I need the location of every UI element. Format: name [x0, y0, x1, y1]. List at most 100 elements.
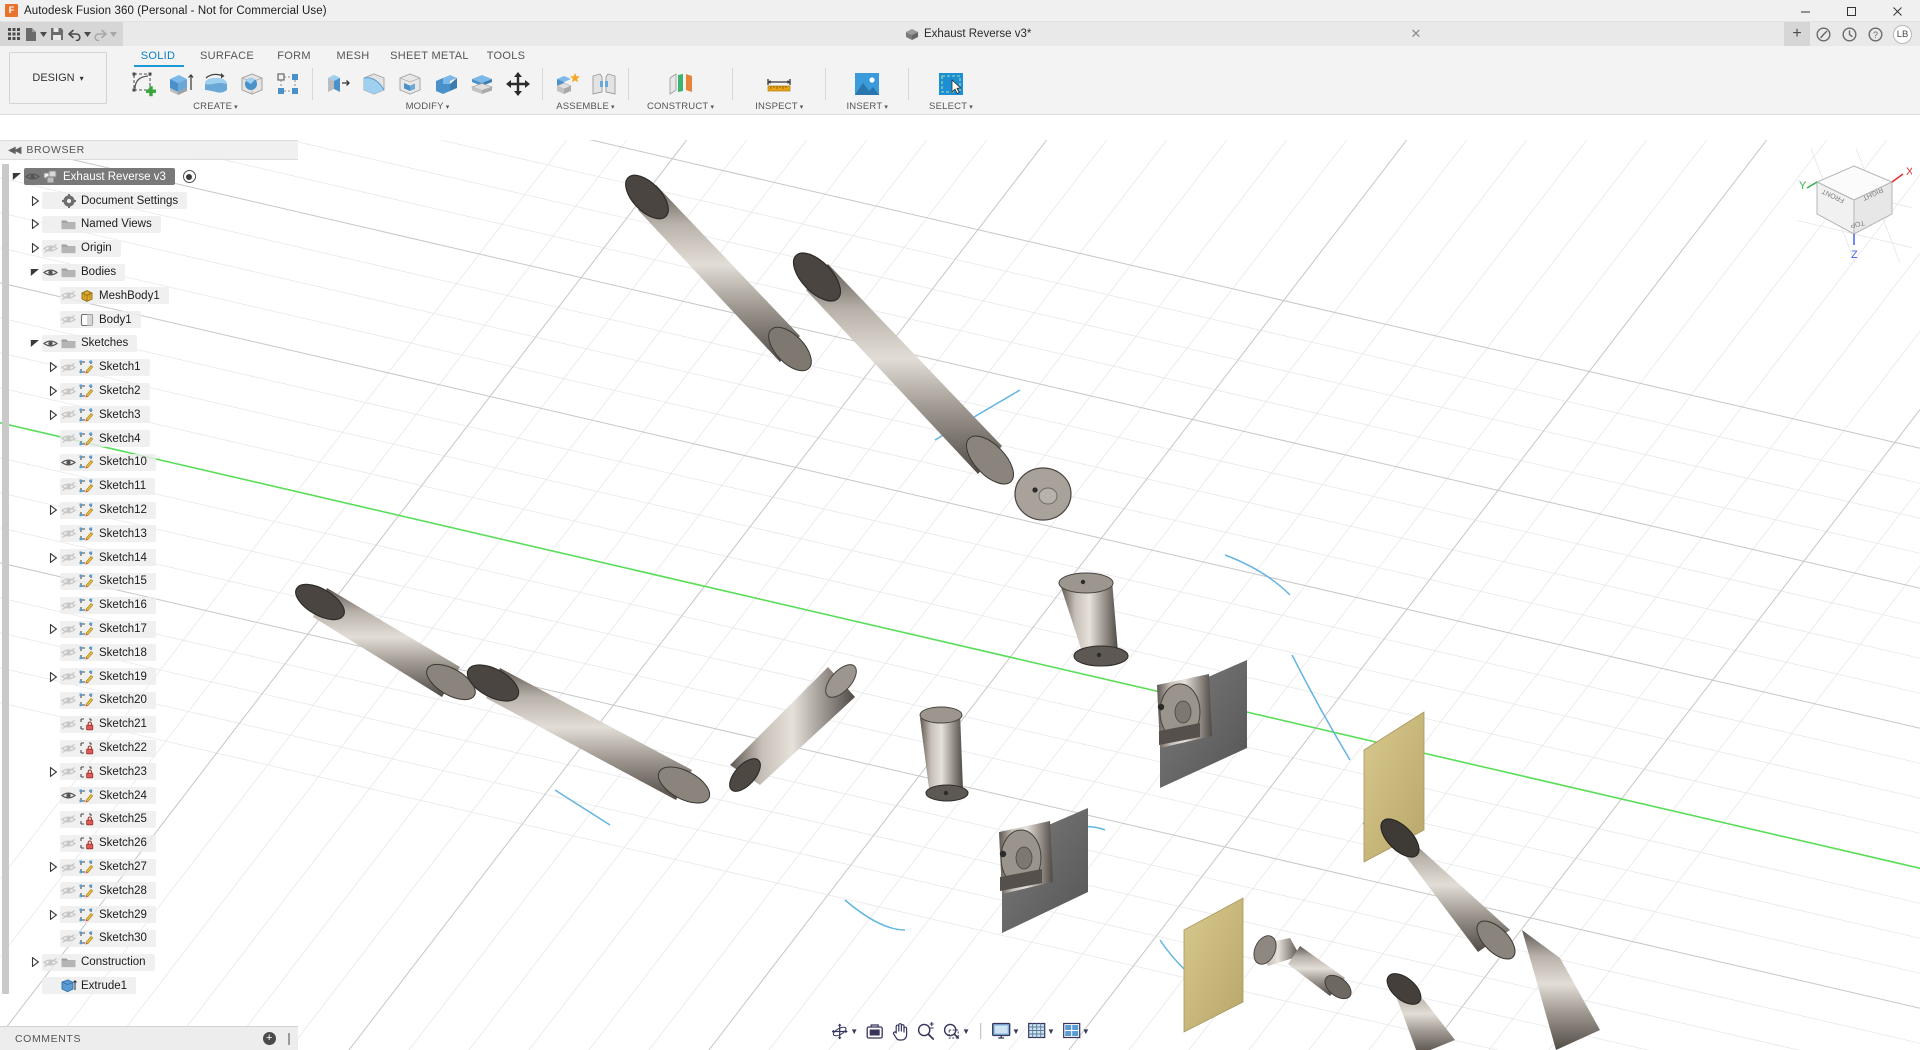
tree-node-sketch20[interactable]: Sketch20: [0, 689, 298, 713]
tab-mesh[interactable]: MESH: [323, 47, 383, 65]
visibility-eye-icon[interactable]: [60, 528, 77, 539]
visibility-eye-icon[interactable]: [60, 433, 77, 444]
tree-node-pill[interactable]: Sketch24: [60, 787, 156, 804]
create-sketch-tool[interactable]: [126, 67, 161, 101]
app-grid-icon[interactable]: [6, 24, 21, 44]
tree-node-sketch18[interactable]: Sketch18: [0, 641, 298, 665]
tree-node-sketch15[interactable]: Sketch15: [0, 570, 298, 594]
view-cube[interactable]: FRONT RIGHT TOP X Y Z: [1797, 148, 1912, 263]
tree-node-sketch3[interactable]: Sketch3: [0, 403, 298, 427]
tree-node-pill[interactable]: Sketch27: [60, 859, 156, 876]
new-document-icon[interactable]: [23, 24, 38, 44]
recent-activity-icon[interactable]: [1836, 22, 1862, 46]
panel-insert-label[interactable]: INSERT ▾: [846, 100, 888, 113]
panel-create-label[interactable]: CREATE ▾: [126, 100, 305, 113]
tree-node-pill[interactable]: Sketch12: [60, 502, 156, 519]
panel-construct-label[interactable]: CONSTRUCT ▾: [647, 100, 714, 113]
collapse-panel-icon[interactable]: ◀◀: [8, 145, 19, 156]
tree-expander-icon[interactable]: [46, 910, 60, 920]
visibility-eye-icon[interactable]: [60, 909, 77, 920]
visibility-eye-icon[interactable]: [60, 576, 77, 587]
tree-node-pill[interactable]: Body1: [60, 311, 141, 328]
tree-expander-icon[interactable]: [28, 219, 42, 229]
tree-node-pill[interactable]: Sketch21: [60, 716, 156, 733]
job-status-icon[interactable]: [1810, 22, 1836, 46]
visibility-eye-icon[interactable]: [42, 267, 59, 278]
tree-node-sketch1[interactable]: Sketch1: [0, 355, 298, 379]
visibility-eye-icon[interactable]: [60, 647, 77, 658]
zoom-window-tool[interactable]: ▼: [939, 1019, 973, 1043]
grid-snaps-tool[interactable]: ▼: [1024, 1019, 1058, 1043]
visibility-eye-icon[interactable]: [60, 409, 77, 420]
measure-tool[interactable]: [759, 67, 799, 101]
tree-expander-icon[interactable]: [28, 268, 42, 277]
tree-expander-icon[interactable]: [46, 624, 60, 634]
tree-node-pill[interactable]: Sketch2: [60, 383, 150, 400]
tree-expander-icon[interactable]: [46, 410, 60, 420]
maximize-button[interactable]: [1828, 0, 1874, 22]
tab-form[interactable]: FORM: [265, 47, 323, 65]
tree-node-pill[interactable]: Sketches: [42, 335, 137, 352]
tab-surface[interactable]: SURFACE: [189, 47, 265, 65]
tree-node-sketch10[interactable]: Sketch10: [0, 451, 298, 475]
tree-node-pill[interactable]: Sketch30: [60, 930, 156, 947]
zoom-tool[interactable]: [913, 1019, 938, 1043]
tree-node-sketch4[interactable]: Sketch4: [0, 427, 298, 451]
tree-node-construction[interactable]: Construction: [0, 950, 298, 974]
tree-node-sketch22[interactable]: Sketch22: [0, 736, 298, 760]
user-avatar[interactable]: LB: [1893, 25, 1912, 44]
visibility-eye-icon[interactable]: [60, 386, 77, 397]
tree-expander-icon[interactable]: [46, 386, 60, 396]
look-at-tool[interactable]: [862, 1019, 887, 1043]
tree-node-sketch17[interactable]: Sketch17: [0, 617, 298, 641]
visibility-eye-icon[interactable]: [60, 885, 77, 896]
visibility-eye-icon[interactable]: [60, 838, 77, 849]
tree-node-sketch16[interactable]: Sketch16: [0, 593, 298, 617]
visibility-eye-icon[interactable]: [60, 862, 77, 873]
visibility-eye-icon[interactable]: [60, 671, 77, 682]
coupler-disc-1[interactable]: [1015, 468, 1071, 520]
tree-node-pill[interactable]: Sketch15: [60, 573, 156, 590]
panel-modify-label[interactable]: MODIFY ▾: [320, 100, 535, 113]
undo-icon[interactable]: [67, 24, 82, 44]
tree-node-sketch30[interactable]: Sketch30: [0, 927, 298, 951]
tree-node-sketch19[interactable]: Sketch19: [0, 665, 298, 689]
tree-node-pill[interactable]: Origin: [42, 240, 121, 257]
tree-node-pill[interactable]: Sketch22: [60, 740, 156, 757]
select-tool[interactable]: [931, 67, 971, 101]
tree-expander-icon[interactable]: [28, 957, 42, 967]
tree-node-pill[interactable]: Sketch28: [60, 882, 156, 899]
joint-tool[interactable]: [586, 67, 621, 101]
tree-node-pill[interactable]: Sketch10: [60, 454, 156, 471]
tree-node-sketch25[interactable]: Sketch25: [0, 808, 298, 832]
tree-node-sketches[interactable]: Sketches: [0, 332, 298, 356]
shell-tool[interactable]: [392, 67, 427, 101]
offset-plane-tool[interactable]: [661, 67, 701, 101]
orbit-tool[interactable]: ▼: [827, 1019, 861, 1043]
tree-node-sketch13[interactable]: Sketch13: [0, 522, 298, 546]
tree-node-exhaust-reverse-v3[interactable]: Exhaust Reverse v3: [0, 165, 298, 189]
redo-dropdown-icon[interactable]: [110, 24, 117, 44]
tree-node-pill[interactable]: Sketch1: [60, 359, 150, 376]
tree-node-pill[interactable]: Sketch3: [60, 406, 150, 423]
visibility-eye-icon[interactable]: [60, 457, 77, 468]
save-icon[interactable]: [49, 24, 64, 44]
visibility-eye-icon[interactable]: [60, 600, 77, 611]
tree-node-document-settings[interactable]: Document Settings: [0, 189, 298, 213]
tree-node-pill[interactable]: Sketch11: [60, 478, 155, 495]
visibility-eye-icon[interactable]: [60, 719, 77, 730]
viewports-dropdown-icon[interactable]: ▼: [1082, 1027, 1090, 1036]
visibility-eye-icon[interactable]: [60, 505, 77, 516]
tree-expander-icon[interactable]: [46, 505, 60, 515]
tree-expander-icon[interactable]: [28, 196, 42, 206]
tab-solid[interactable]: SOLID: [127, 47, 189, 65]
tree-node-pill[interactable]: Extrude1: [42, 977, 136, 994]
fillet-tool[interactable]: [356, 67, 391, 101]
new-component-tool[interactable]: [550, 67, 585, 101]
tree-node-sketch28[interactable]: Sketch28: [0, 879, 298, 903]
undo-dropdown-icon[interactable]: [84, 24, 91, 44]
tree-node-sketch27[interactable]: Sketch27: [0, 855, 298, 879]
tree-expander-icon[interactable]: [28, 243, 42, 253]
tree-node-meshbody1[interactable]: MeshBody1: [0, 284, 298, 308]
split-body-tool[interactable]: [464, 67, 499, 101]
